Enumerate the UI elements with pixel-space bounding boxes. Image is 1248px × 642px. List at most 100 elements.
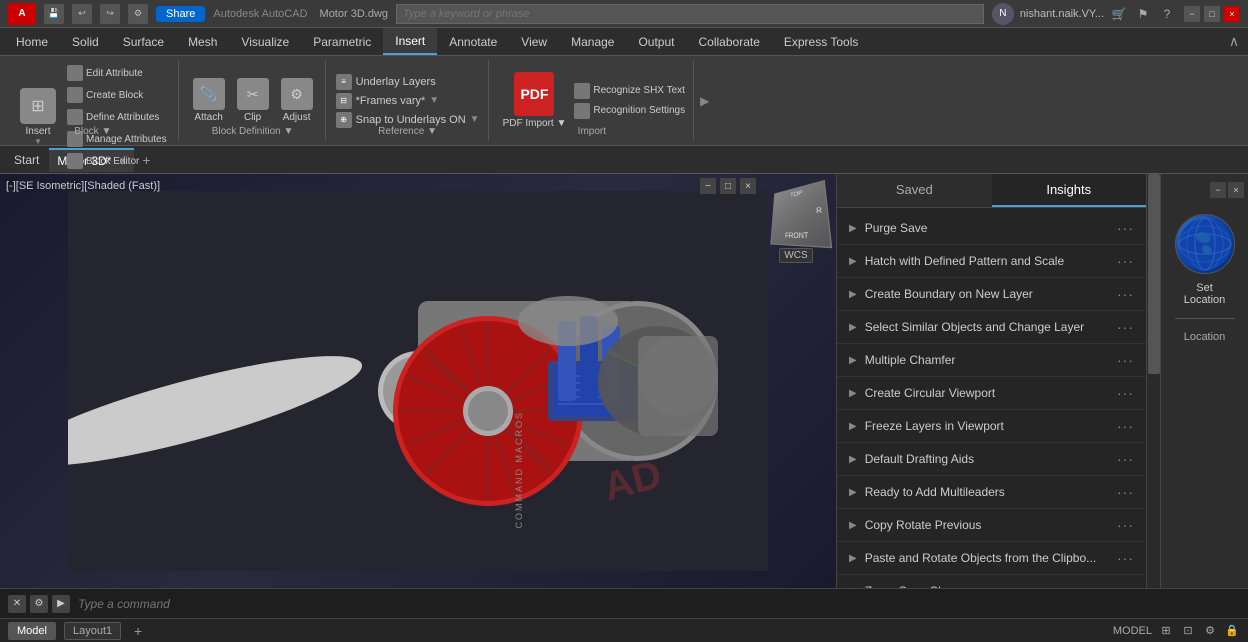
grid-icon-1[interactable]: ⊞ [1158, 623, 1174, 639]
more-options-icon[interactable]: ··· [1117, 583, 1134, 588]
ribbon-item-clip[interactable]: ✂ Clip [233, 76, 273, 125]
ribbon-item-recognition-settings[interactable]: Recognition Settings [574, 103, 685, 119]
insight-item-multiple-chamfer[interactable]: ▶ Multiple Chamfer ··· [837, 344, 1146, 377]
tab-solid[interactable]: Solid [60, 28, 111, 55]
viewport-restore-icon[interactable]: □ [720, 178, 736, 194]
add-layout-button[interactable]: + [129, 622, 147, 640]
scroll-thumb[interactable] [1148, 174, 1160, 374]
cart-icon[interactable]: 🛒 [1110, 5, 1128, 23]
more-options-icon[interactable]: ··· [1117, 484, 1134, 500]
more-options-icon[interactable]: ··· [1117, 451, 1134, 467]
settings-bottom-icon[interactable]: ⚙ [1202, 623, 1218, 639]
ribbon-item-block-editor[interactable]: Block Editor [64, 152, 170, 170]
cmd-settings-button[interactable]: ⚙ [30, 595, 48, 613]
insight-item-freeze-layers[interactable]: ▶ Freeze Layers in Viewport ··· [837, 410, 1146, 443]
ribbon-item-underlay-layers[interactable]: ≡ Underlay Layers [336, 74, 480, 90]
tab-insert[interactable]: Insert [383, 28, 437, 55]
tab-manage[interactable]: Manage [559, 28, 626, 55]
right-scrollbar[interactable] [1146, 174, 1160, 588]
viewport-background: AD [0, 174, 836, 588]
group-label-block-definition: Block Definition ▼ [212, 126, 294, 137]
tab-saved[interactable]: Saved [837, 174, 992, 207]
insight-item-create-boundary[interactable]: ▶ Create Boundary on New Layer ··· [837, 278, 1146, 311]
quick-access-icon-3[interactable]: ↪ [100, 4, 120, 24]
help-icon[interactable]: ? [1158, 5, 1176, 23]
insight-item-paste-rotate[interactable]: ▶ Paste and Rotate Objects from the Clip… [837, 542, 1146, 575]
search-input[interactable] [396, 4, 984, 24]
layout-tab-layout1[interactable]: Layout1 [64, 622, 121, 640]
tab-annotate[interactable]: Annotate [437, 28, 509, 55]
ribbon-item-recognize-shx[interactable]: Recognize SHX Text [574, 83, 685, 99]
insight-item-default-drafting[interactable]: ▶ Default Drafting Aids ··· [837, 443, 1146, 476]
tab-visualize[interactable]: Visualize [229, 28, 301, 55]
more-options-icon[interactable]: ··· [1117, 385, 1134, 401]
tab-insights[interactable]: Insights [992, 174, 1147, 207]
tab-surface[interactable]: Surface [111, 28, 176, 55]
more-options-icon[interactable]: ··· [1117, 517, 1134, 533]
more-options-icon[interactable]: ··· [1117, 352, 1134, 368]
insight-item-create-circular[interactable]: ▶ Create Circular Viewport ··· [837, 377, 1146, 410]
location-text-label: Location [1184, 331, 1226, 343]
more-options-icon[interactable]: ··· [1117, 418, 1134, 434]
viewport[interactable]: [-][SE Isometric][Shaded (Fast)] [0, 174, 836, 588]
more-options-icon[interactable]: ··· [1117, 286, 1134, 302]
command-input[interactable] [74, 595, 1240, 613]
ribbon-item-adjust[interactable]: ⚙ Adjust [277, 76, 317, 125]
location-minimize-icon[interactable]: − [1210, 182, 1226, 198]
viewport-close-icon[interactable]: × [740, 178, 756, 194]
tab-view[interactable]: View [509, 28, 559, 55]
ribbon-close-button[interactable]: ∧ [1224, 32, 1244, 52]
layout-tab-model[interactable]: Model [8, 622, 56, 640]
ribbon-item-pdf-import[interactable]: PDF PDF Import ▼ [499, 70, 571, 131]
panel-tabs: Saved Insights [837, 174, 1146, 208]
maximize-button[interactable]: □ [1204, 6, 1220, 22]
tab-output[interactable]: Output [626, 28, 686, 55]
lock-icon[interactable]: 🔒 [1224, 623, 1240, 639]
ribbon-item-insert[interactable]: ⊞ Insert ▼ [16, 86, 60, 148]
insight-item-copy-rotate[interactable]: ▶ Copy Rotate Previous ··· [837, 509, 1146, 542]
more-options-icon[interactable]: ··· [1117, 253, 1134, 269]
tab-home[interactable]: Home [4, 28, 60, 55]
insight-item-add-multileaders[interactable]: ▶ Ready to Add Multileaders ··· [837, 476, 1146, 509]
set-location-button[interactable]: Set Location [1184, 282, 1226, 306]
top-bar: A 💾 ↩ ↪ ⚙ Share Autodesk AutoCAD Motor 3… [0, 0, 1248, 28]
minimize-button[interactable]: − [1184, 6, 1200, 22]
close-window-button[interactable]: × [1224, 6, 1240, 22]
main-content: [-][SE Isometric][Shaded (Fast)] [0, 174, 1248, 588]
share-button[interactable]: Share [156, 6, 205, 22]
ribbon: ⊞ Insert ▼ Edit Attribute Create Block D… [0, 56, 1248, 146]
insight-item-purge-save[interactable]: ▶ Purge Save ··· [837, 212, 1146, 245]
cmd-arrow-button[interactable]: ▶ [52, 595, 70, 613]
ribbon-item-define-attributes[interactable]: Define Attributes [64, 108, 170, 126]
ribbon-item-attach[interactable]: 📎 Attach [189, 76, 229, 125]
ribbon-expand-button[interactable]: ▶ [696, 60, 713, 141]
view-cube[interactable]: TOP FRONT R [770, 180, 832, 248]
view-cube-area: TOP FRONT R WCS [766, 184, 826, 263]
ribbon-item-frames-vary[interactable]: ⊟ *Frames vary* ▼ [336, 93, 480, 109]
tab-parametric[interactable]: Parametric [301, 28, 383, 55]
more-options-icon[interactable]: ··· [1117, 220, 1134, 236]
more-options-icon[interactable]: ··· [1117, 319, 1134, 335]
ribbon-item-create-block[interactable]: Create Block [64, 86, 170, 104]
group-label-reference: Reference ▼ [378, 126, 437, 137]
quick-access-icon-1[interactable]: 💾 [44, 4, 64, 24]
command-macros-label: COMMAND MACROS [514, 411, 524, 529]
insight-item-zoom-save[interactable]: ▶ Zoom Save Close ··· [837, 575, 1146, 588]
location-globe [1175, 214, 1235, 274]
tab-express-tools[interactable]: Express Tools [772, 28, 870, 55]
grid-icon-2[interactable]: ⊡ [1180, 623, 1196, 639]
command-bar: ✕ ⚙ ▶ [0, 588, 1248, 618]
quick-access-icon-4[interactable]: ⚙ [128, 4, 148, 24]
location-close-icon[interactable]: × [1228, 182, 1244, 198]
insight-item-hatch-pattern[interactable]: ▶ Hatch with Defined Pattern and Scale ·… [837, 245, 1146, 278]
viewport-minimize-icon[interactable]: − [700, 178, 716, 194]
tab-mesh[interactable]: Mesh [176, 28, 229, 55]
more-options-icon[interactable]: ··· [1117, 550, 1134, 566]
window-controls: − □ × [1184, 6, 1240, 22]
flag-icon[interactable]: ⚑ [1134, 5, 1152, 23]
tab-collaborate[interactable]: Collaborate [687, 28, 772, 55]
cmd-clear-button[interactable]: ✕ [8, 595, 26, 613]
quick-access-icon-2[interactable]: ↩ [72, 4, 92, 24]
ribbon-item-edit-attribute[interactable]: Edit Attribute [64, 64, 170, 82]
insight-item-select-similar[interactable]: ▶ Select Similar Objects and Change Laye… [837, 311, 1146, 344]
